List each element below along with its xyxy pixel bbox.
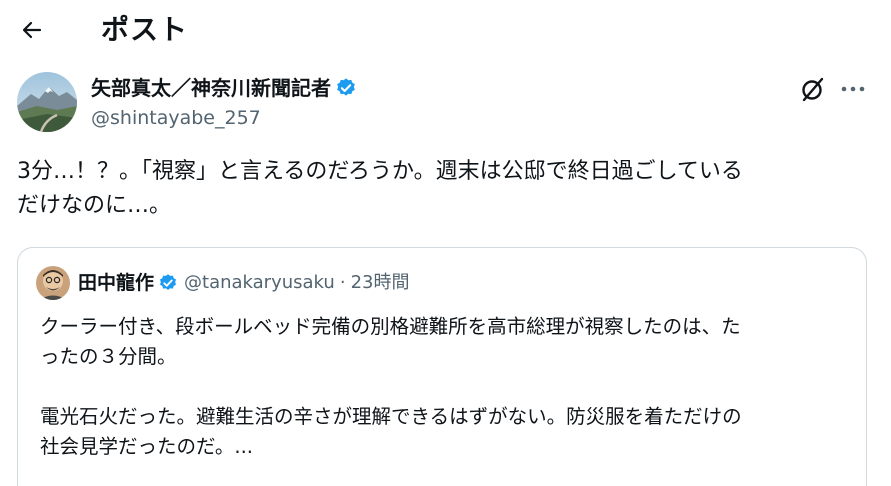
separator-dot: · [339, 272, 346, 293]
post-detail-page: ポスト 矢部真太／神奈川新聞記者 @shintayabe_257 3分…！？。「… [0, 0, 891, 486]
author-name-row: 矢部真太／神奈川新聞記者 [91, 74, 357, 102]
top-bar: ポスト [0, 0, 891, 60]
quoted-post[interactable]: 田中龍作 @tanakaryusaku · 23時間 クーラー付き、段ボールベッ… [17, 247, 867, 486]
author-name[interactable]: 矢部真太／神奈川新聞記者 [91, 74, 331, 102]
quoted-timestamp[interactable]: 23時間 [351, 269, 410, 297]
quoted-author-avatar[interactable] [36, 266, 70, 300]
author-avatar[interactable] [17, 72, 77, 132]
grok-icon [802, 77, 824, 102]
more-options-button[interactable] [836, 74, 870, 104]
verified-badge-icon [337, 78, 355, 96]
page-title: ポスト [101, 13, 189, 46]
quoted-author-name[interactable]: 田中龍作 [78, 269, 154, 297]
person-avatar [36, 266, 70, 300]
grok-button[interactable] [798, 74, 828, 104]
mountain-landscape-avatar [17, 72, 77, 132]
quoted-header: 田中龍作 @tanakaryusaku · 23時間 [78, 269, 409, 297]
author-handle[interactable]: @shintayabe_257 [91, 105, 261, 131]
quoted-author-handle[interactable]: @tanakaryusaku [184, 269, 335, 297]
quoted-post-text: クーラー付き、段ボールベッド完備の別格避難所を高市総理が視察したのは、た ったの… [40, 315, 742, 458]
post-text: 3分…！？。「視察」と言えるのだろうか。週末は公邸で終日過ごしている だけなのに… [17, 159, 743, 218]
verified-badge-icon [160, 274, 177, 290]
arrow-left-icon [22, 21, 42, 39]
back-button[interactable] [14, 12, 50, 48]
more-horizontal-icon [841, 86, 865, 92]
